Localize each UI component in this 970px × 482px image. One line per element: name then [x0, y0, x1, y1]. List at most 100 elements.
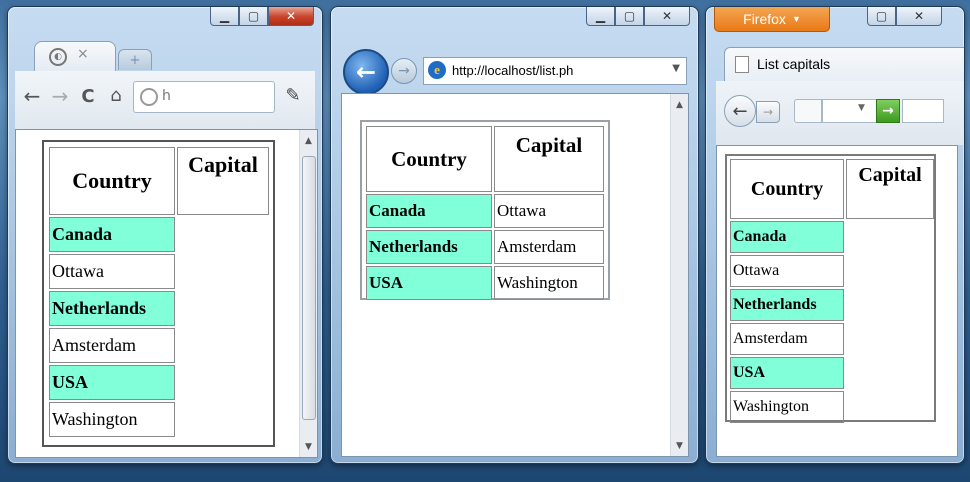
address-bar[interactable]: h [133, 81, 275, 113]
table-row: Amsterdam [49, 328, 269, 363]
capitals-table-ie: Country Capital Canada Ottawa Netherland… [364, 124, 606, 302]
tab-close-icon[interactable]: × [77, 46, 89, 62]
back-arrow-icon: ← [732, 100, 748, 122]
forward-arrow-icon: → [398, 63, 410, 79]
vertical-scrollbar[interactable]: ▲ ▼ [299, 130, 317, 457]
back-button[interactable]: ← [343, 49, 389, 95]
header-country: Country [49, 147, 175, 215]
back-forward-group: ← → [724, 95, 784, 127]
ie-window: ▁ ▢ ✕ ← → e http://localhost/list.ph ▼ C… [330, 6, 699, 464]
chrome-toolbar: ← → C ⌂ h ✎ [15, 71, 315, 129]
chrome-window: ▁ ▢ ✕ ◐ × + ← → C ⌂ h ✎ Country Capital … [7, 6, 323, 464]
table-header-row: Country Capital [366, 126, 604, 192]
address-text: h [162, 88, 171, 104]
country-cell: USA [366, 266, 492, 300]
address-bar[interactable]: e http://localhost/list.ph ▼ [423, 57, 687, 85]
wrench-icon[interactable]: ✎ [281, 83, 305, 107]
globe-icon: ◐ [49, 48, 67, 66]
header-country: Country [730, 159, 844, 219]
table-row: Washington [49, 402, 269, 437]
capital-cell: Ottawa [494, 194, 604, 228]
table-row: Ottawa [730, 255, 934, 287]
forward-button[interactable]: → [756, 101, 780, 123]
country-cell: Canada [366, 194, 492, 228]
capital-cell: Amsterdam [49, 328, 175, 363]
table-row: USA [730, 357, 934, 389]
firefox-window: Firefox ▼ ▢ ✕ List capitals ← → ▼ → Coun… [705, 6, 965, 464]
scroll-down-arrow-icon[interactable]: ▼ [671, 437, 688, 454]
table-row: USA Washington [366, 266, 604, 300]
close-button[interactable]: ✕ [644, 7, 690, 26]
back-arrow-icon[interactable]: ← [21, 84, 43, 108]
firefox-tab[interactable]: List capitals [724, 47, 964, 82]
page-icon [735, 56, 749, 73]
capitals-table-chrome: Country Capital Canada Ottawa Netherland… [47, 145, 271, 439]
new-tab-button[interactable]: + [118, 49, 152, 70]
table-row: Canada [730, 221, 934, 253]
minimize-button[interactable]: ▁ [586, 7, 615, 26]
ie-page-content: Country Capital Canada Ottawa Netherland… [341, 93, 689, 457]
firefox-caption-buttons: ▢ ✕ [867, 7, 942, 26]
chrome-tab[interactable]: ◐ × [34, 41, 116, 72]
menu-dropdown-icon: ▼ [791, 14, 801, 24]
reload-icon[interactable]: C [77, 85, 99, 107]
ie-page-icon: e [428, 61, 446, 79]
capital-cell: Amsterdam [494, 230, 604, 264]
maximize-button[interactable]: ▢ [615, 7, 644, 26]
capital-cell: Washington [49, 402, 175, 437]
table-row: Netherlands Amsterdam [366, 230, 604, 264]
chrome-caption-buttons: ▁ ▢ ✕ [210, 7, 314, 26]
country-cell: Netherlands [730, 289, 844, 321]
header-capital: Capital [846, 159, 934, 219]
maximize-button[interactable]: ▢ [867, 7, 896, 26]
table-row: Canada [49, 217, 269, 252]
header-country: Country [366, 126, 492, 192]
firefox-menu-button[interactable]: Firefox ▼ [714, 7, 830, 32]
close-button[interactable]: ✕ [896, 7, 942, 26]
home-icon[interactable]: ⌂ [105, 83, 127, 107]
close-button[interactable]: ✕ [268, 7, 314, 26]
header-capital: Capital [494, 126, 604, 192]
scroll-up-arrow-icon[interactable]: ▲ [300, 132, 317, 149]
address-bar[interactable]: ▼ → [794, 99, 964, 123]
table-row: USA [49, 365, 269, 400]
chrome-page-content: Country Capital Canada Ottawa Netherland… [15, 129, 318, 458]
table-header-row: Country Capital [49, 147, 269, 215]
table-row: Canada Ottawa [366, 194, 604, 228]
country-cell: Canada [49, 217, 175, 252]
history-dropdown-icon[interactable]: ▼ [858, 103, 865, 113]
header-capital: Capital [177, 147, 269, 215]
table-row: Ottawa [49, 254, 269, 289]
country-cell: Netherlands [49, 291, 175, 326]
dropdown-arrow-icon[interactable]: ▼ [672, 63, 680, 74]
table-header-row: Country Capital [730, 159, 934, 219]
firefox-toolbar: ← → ▼ → [716, 81, 964, 145]
table-row: Netherlands [49, 291, 269, 326]
ie-caption-buttons: ▁ ▢ ✕ [586, 7, 690, 26]
page-globe-icon [140, 88, 158, 106]
table-row: Washington [730, 391, 934, 423]
search-box-edge[interactable] [902, 99, 944, 123]
scroll-thumb[interactable] [302, 156, 316, 420]
scroll-down-arrow-icon[interactable]: ▼ [300, 438, 317, 455]
capital-cell: Washington [730, 391, 844, 423]
forward-arrow-icon: → [762, 105, 774, 119]
table-row: Amsterdam [730, 323, 934, 355]
back-button[interactable]: ← [724, 95, 756, 127]
forward-button[interactable]: → [391, 58, 417, 84]
capital-cell: Washington [494, 266, 604, 300]
maximize-button[interactable]: ▢ [239, 7, 268, 26]
capital-cell: Ottawa [49, 254, 175, 289]
minimize-button[interactable]: ▁ [210, 7, 239, 26]
firefox-menu-label: Firefox [743, 11, 786, 27]
capital-cell: Ottawa [730, 255, 844, 287]
vertical-scrollbar[interactable]: ▲ ▼ [670, 94, 688, 456]
country-cell: USA [730, 357, 844, 389]
go-arrow-icon[interactable]: → [876, 99, 900, 123]
scroll-up-arrow-icon[interactable]: ▲ [671, 96, 688, 113]
forward-arrow-icon[interactable]: → [49, 84, 71, 108]
table-row: Netherlands [730, 289, 934, 321]
country-cell: Canada [730, 221, 844, 253]
capital-cell: Amsterdam [730, 323, 844, 355]
url-text: http://localhost/list.ph [452, 63, 574, 78]
